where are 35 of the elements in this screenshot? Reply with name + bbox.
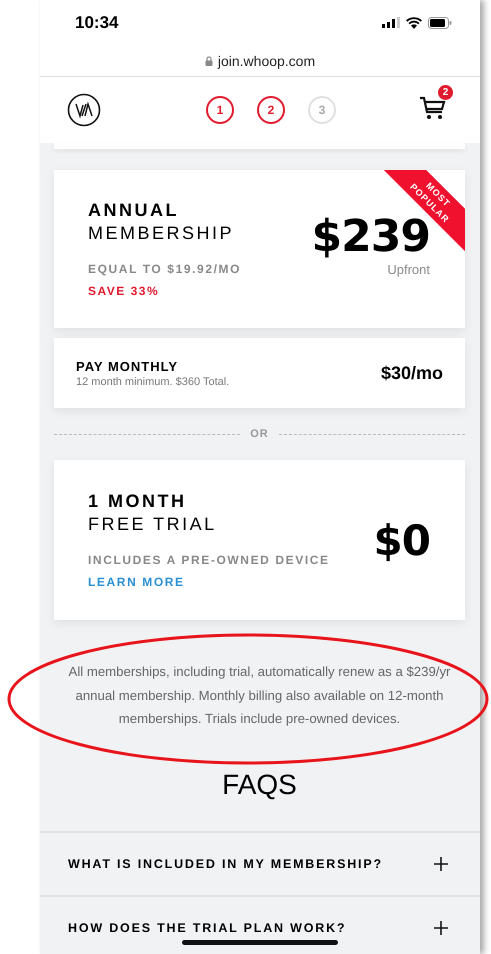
signal-icon (382, 17, 400, 28)
plan-subtitle: FREE TRIAL (88, 514, 217, 535)
cart-icon[interactable] (419, 94, 447, 120)
plan-title: PAY MONTHLY (76, 358, 178, 374)
step-indicator: 3 (308, 96, 336, 124)
plan-subtitle: MEMBERSHIP (88, 223, 234, 244)
device-note: INCLUDES A PRE-OWNED DEVICE (88, 553, 330, 567)
faq-item[interactable]: WHAT IS INCLUDED IN MY MEMBERSHIP? (40, 830, 480, 894)
trial-plan-card[interactable]: 1 MONTH FREE TRIAL INCLUDES A PRE-OWNED DEVICE LEARN MORE $0 (54, 460, 465, 620)
faq-question: WHAT IS INCLUDED IN MY MEMBERSHIP? (68, 856, 383, 870)
learn-more-link[interactable]: LEARN MORE (88, 575, 185, 589)
wifi-icon (406, 16, 422, 28)
or-divider-text: OR (250, 428, 269, 440)
faq-question: HOW DOES THE TRIAL PLAN WORK? (68, 920, 346, 934)
plan-note: 12 month minimum. $360 Total. (76, 376, 230, 388)
lock-icon (204, 56, 213, 66)
url-text[interactable]: join.whoop.com (218, 52, 316, 68)
plan-price: $30/mo (380, 362, 443, 384)
faq-heading: FAQS (221, 768, 298, 802)
battery-icon (428, 16, 452, 28)
monthly-plan-card[interactable]: PAY MONTHLY 12 month minimum. $360 Total. $30/mo (54, 338, 465, 408)
status-time: 10:34 (75, 12, 118, 32)
plus-icon (434, 856, 448, 870)
plan-price: $0 (374, 516, 430, 564)
disclaimer-text: All memberships, including trial, automatically renew as a $239/yr annual membership. Monthly billing also available on 12-month memberships. Trials include pre-owned devices. (68, 663, 452, 728)
savings-text: SAVE 33% (88, 284, 160, 298)
price-note: Upfront (387, 262, 430, 277)
cart-badge: 2 (438, 84, 453, 100)
monthly-equivalent: EQUAL TO $19.92/MO (88, 262, 242, 276)
plus-icon (434, 920, 448, 934)
logo-icon[interactable] (67, 93, 101, 127)
step-indicator: 1 (206, 96, 234, 124)
step-indicator: 2 (257, 96, 285, 124)
plan-title: ANNUAL (88, 200, 179, 221)
plan-title: 1 MONTH (88, 491, 186, 512)
